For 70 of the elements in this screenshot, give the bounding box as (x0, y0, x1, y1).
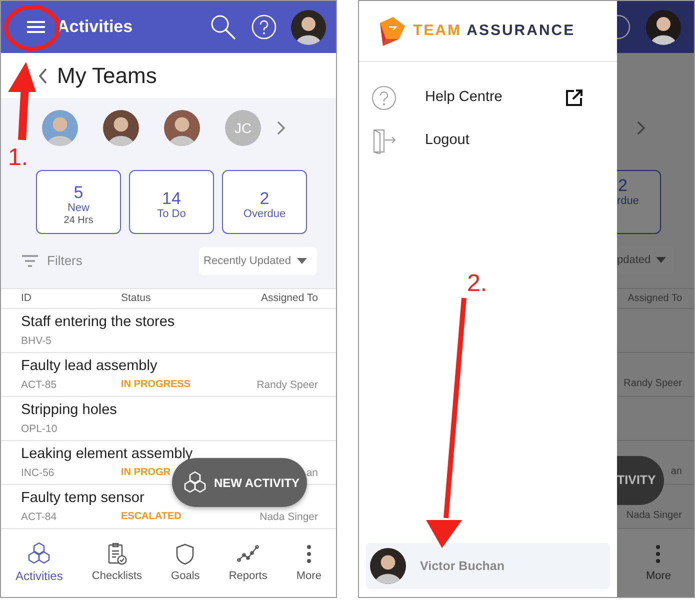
nav-tab[interactable]: Goals (171, 542, 200, 584)
brand-name: TEAM ASSURANCE (413, 21, 576, 41)
nav-tab[interactable]: Checklists (92, 542, 142, 584)
nav-tab[interactable]: Reports (228, 542, 268, 584)
chevron-right-icon[interactable] (276, 120, 286, 136)
column-header: ID (21, 290, 32, 306)
external-link-icon (565, 88, 583, 106)
logo-icon (377, 15, 407, 47)
caret-icon (297, 258, 307, 264)
annotation-number: 1. (8, 143, 28, 173)
annotation-circle (4, 5, 60, 51)
back-icon[interactable] (38, 68, 47, 84)
app-title: Activities (57, 16, 134, 38)
user-avatar (370, 548, 406, 584)
activity-row[interactable]: Staff entering the stores BHV-5 (1, 308, 336, 352)
hexagons-icon (28, 542, 50, 564)
stat-card[interactable]: 5 New 24 Hrs (36, 170, 121, 234)
team-avatar[interactable] (164, 110, 200, 146)
profile-avatar[interactable] (291, 10, 326, 44)
help-icon (371, 84, 397, 110)
column-header: Assigned To (260, 290, 318, 306)
nav-tab[interactable]: Activities (16, 542, 63, 585)
nav-tab[interactable]: More (296, 542, 322, 584)
stat-card: 2 rdue (617, 170, 661, 234)
more-icon (655, 544, 662, 564)
drawer-item[interactable]: Help Centre (359, 76, 589, 119)
chevron-right-icon (636, 120, 646, 136)
status-label: IN PROGRESS (121, 379, 190, 392)
line-chart-icon (237, 542, 260, 565)
activity-id: INC-56 (21, 467, 56, 480)
checklist-icon (106, 542, 128, 565)
activity-id: ACT-85 (21, 379, 58, 392)
assignee-name: Nada Singer (260, 511, 318, 524)
activity-row[interactable]: Faulty lead assembly ACT-85 IN PROGRESS Randy Speer (1, 352, 336, 396)
shield-icon (174, 542, 196, 565)
activity-row[interactable]: Stripping holes OPL-10 (1, 396, 336, 440)
activity-id: BHV-5 (21, 335, 52, 348)
help-icon (617, 14, 631, 40)
logout-icon (371, 128, 397, 154)
sort-dropdown[interactable]: Recently Updated (198, 247, 317, 275)
annotation-number: 2. (467, 269, 488, 299)
column-header: Status (121, 290, 152, 306)
activity-title: Faulty lead assembly (21, 358, 158, 375)
assignee-name: Nada Singer (626, 509, 682, 523)
activity-title: Stripping holes (21, 402, 117, 419)
hexagons-icon (184, 470, 208, 494)
stat-card[interactable]: 2 Overdue (222, 170, 307, 234)
team-avatar[interactable] (103, 110, 139, 146)
activity-id: ACT-84 (21, 511, 58, 524)
assignee-name: an (670, 465, 682, 479)
user-name: Victor Buchan (420, 558, 505, 575)
menu-icon[interactable] (25, 18, 47, 36)
more-icon (306, 542, 312, 565)
assignee-name: Randy Speer (624, 377, 682, 391)
status-label: IN PROGR (121, 467, 170, 480)
caret-icon (656, 257, 666, 263)
assignee-name: an (306, 467, 318, 480)
activity-id: OPL-10 (21, 423, 58, 436)
filter-icon[interactable] (21, 254, 39, 268)
status-label: ESCALATED (121, 511, 182, 524)
search-icon[interactable] (209, 13, 237, 41)
help-button[interactable] (251, 14, 277, 40)
profile-avatar (646, 10, 681, 44)
activity-title: Faulty temp sensor (21, 490, 144, 507)
activity-title: Staff entering the stores (21, 314, 175, 331)
column-header: Assigned To (628, 292, 682, 306)
drawer-item[interactable]: Logout (359, 119, 589, 162)
stat-card[interactable]: 14 To Do (129, 170, 214, 234)
assignee-name: Randy Speer (256, 379, 318, 392)
page-title: My Teams (57, 62, 157, 90)
